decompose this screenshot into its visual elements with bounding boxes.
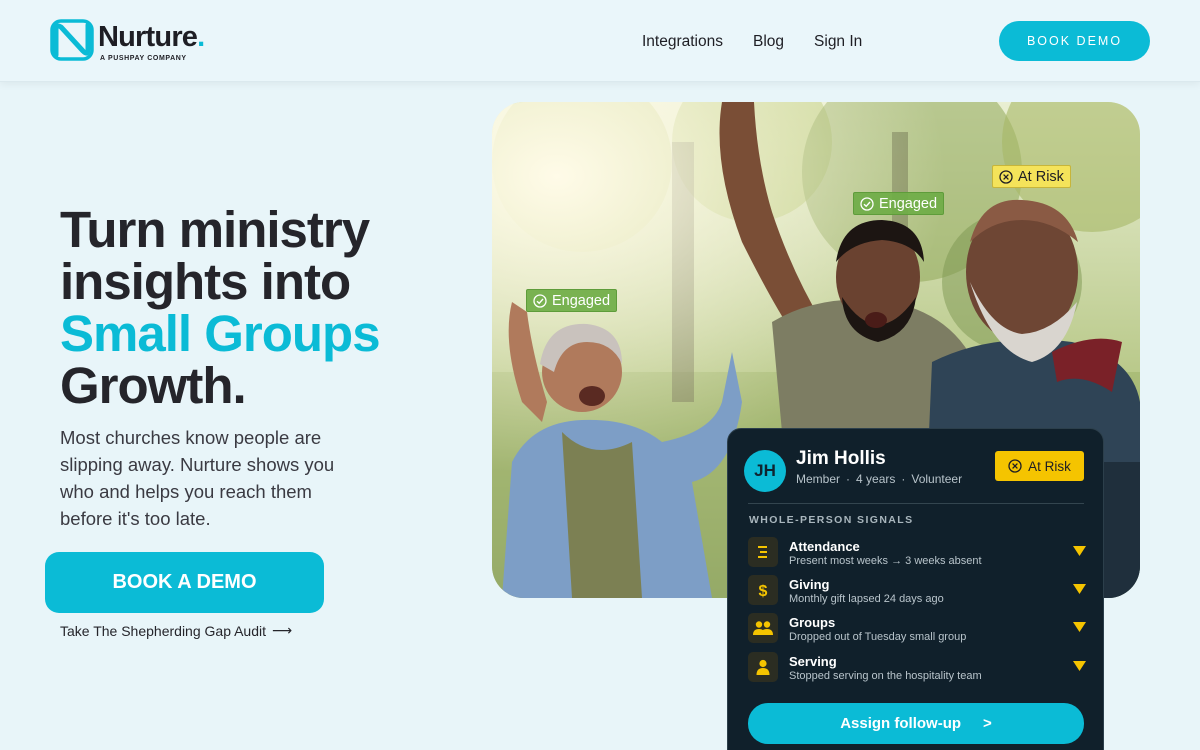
meta-separator: · [901, 472, 906, 486]
hero-title-line-1: Turn ministry [60, 201, 370, 258]
member-role: Member [796, 472, 841, 486]
member-profile-card: JH Jim Hollis Member · 4 years · Volunte… [727, 428, 1104, 750]
check-circle-icon [860, 196, 874, 211]
hero-title: Turn ministry insights into Small Groups… [60, 204, 480, 412]
divider [748, 503, 1084, 504]
x-circle-icon [1008, 459, 1022, 473]
signal-description: Present most weeks → 3 weeks absent [789, 555, 982, 567]
engaged-tag-middle: Engaged [853, 192, 945, 215]
signal-description: Stopped serving on the hospitality team [789, 670, 982, 682]
signal-description: Monthly gift lapsed 24 days ago [789, 593, 944, 605]
hero-title-accent: Small Groups [60, 305, 381, 362]
signal-name: Groups [789, 615, 836, 630]
status-badge: At Risk [995, 451, 1084, 481]
person-icon [748, 652, 778, 682]
site-header: Nurture. A PUSHPAY COMPANY Integrations … [0, 0, 1200, 82]
assign-follow-up-label: Assign follow-up [840, 715, 962, 732]
nav-blog[interactable]: Blog [753, 33, 784, 51]
avatar: JH [744, 450, 786, 492]
arrow-right-icon: ⟶ [272, 622, 293, 638]
nav-sign-in[interactable]: Sign In [814, 33, 862, 51]
logo-word: Nurture [98, 21, 198, 53]
engaged-tag-left: Engaged [526, 289, 618, 312]
nurture-logo-icon [50, 19, 94, 61]
signal-name: Attendance [789, 539, 860, 554]
check-circle-icon [533, 293, 547, 308]
group-icon [748, 613, 778, 643]
audit-link-label: Take The Shepherding Gap Audit [60, 622, 267, 639]
trend-down-icon [1073, 546, 1086, 556]
signal-description: Dropped out of Tuesday small group [789, 631, 967, 643]
engaged-tag-middle-label: Engaged [879, 195, 938, 212]
signal-name: Giving [789, 577, 830, 592]
book-demo-button[interactable]: BOOK DEMO [999, 21, 1150, 61]
nav-integrations[interactable]: Integrations [642, 33, 723, 51]
shepherding-gap-audit-link[interactable]: Take The Shepherding Gap Audit ⟶ [60, 622, 292, 639]
dollar-icon: $ [748, 575, 778, 605]
engaged-tag-left-label: Engaged [552, 292, 611, 309]
nurture-logo[interactable]: Nurture. A PUSHPAY COMPANY [50, 19, 205, 62]
hero-title-line-4: Growth. [60, 357, 247, 414]
trend-down-icon [1073, 584, 1086, 594]
signal-attendance[interactable]: Attendance Present most weeks → 3 weeks … [748, 536, 1088, 570]
member-name: Jim Hollis [796, 448, 886, 469]
member-meta: Member · 4 years · Volunteer [796, 472, 962, 486]
attendance-icon [748, 537, 778, 567]
status-badge-label: At Risk [1028, 458, 1071, 474]
svg-text:$: $ [759, 583, 768, 599]
signal-serving[interactable]: Serving Stopped serving on the hospitali… [748, 651, 1088, 685]
hero-title-line-2: insights into [60, 253, 351, 310]
hero-subtitle: Most churches know people are slipping a… [60, 427, 335, 529]
signals-heading: WHOLE-PERSON SIGNALS [749, 514, 914, 526]
signal-giving[interactable]: $ Giving Monthly gift lapsed 24 days ago [748, 574, 1088, 608]
at-risk-tag-photo-label: At Risk [1018, 168, 1064, 185]
main-nav: Integrations Blog Sign In [642, 33, 862, 51]
book-a-demo-button[interactable]: BOOK A DEMO [45, 552, 324, 613]
trend-down-icon [1073, 622, 1086, 632]
trend-down-icon [1073, 661, 1086, 671]
meta-separator: · [846, 472, 851, 486]
assign-follow-up-button[interactable]: Assign follow-up > [748, 703, 1084, 744]
logo-subtitle: A PUSHPAY COMPANY [100, 55, 187, 62]
logo-dot: . [197, 21, 205, 53]
member-volunteer: Volunteer [911, 472, 963, 486]
x-circle-icon [999, 169, 1013, 184]
member-tenure: 4 years [856, 472, 896, 486]
signal-name: Serving [789, 654, 837, 669]
chevron-right-icon: > [983, 715, 992, 732]
signal-groups[interactable]: Groups Dropped out of Tuesday small grou… [748, 612, 1088, 646]
at-risk-tag-photo: At Risk [992, 165, 1071, 188]
